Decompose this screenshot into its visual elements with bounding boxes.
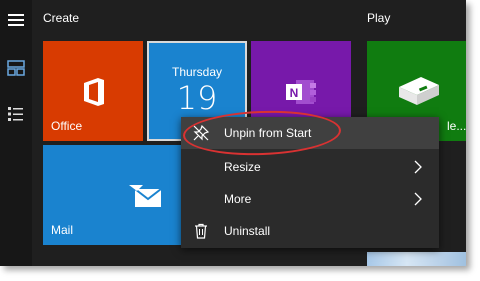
menu-item-label: Unpin from Start [224,126,312,140]
tile-photos[interactable] [367,252,466,266]
tile-mail-label: Mail [51,223,74,237]
tile-xbox-label: le... [447,119,466,133]
menu-item-label: More [224,192,252,206]
chevron-right-icon [413,159,423,175]
office-icon [84,78,104,106]
tile-office-label: Office [51,119,83,133]
tiles-view-icon[interactable] [6,58,26,78]
group-title-play: Play [367,11,391,25]
list-view-icon[interactable] [6,104,26,124]
chevron-right-icon [413,191,423,207]
menu-item-more[interactable]: More [181,183,439,215]
menu-item-resize[interactable]: Resize [181,151,439,183]
calendar-date: 19 [176,79,218,117]
menu-item-uninstall[interactable]: Uninstall [181,215,439,247]
calendar-day: Thursday [171,65,223,79]
menu-item-unpin[interactable]: Unpin from Start [181,117,439,149]
start-rail [0,0,32,266]
tile-office[interactable]: Office [43,41,143,141]
hamburger-icon[interactable] [6,10,26,30]
group-title-create: Create [43,11,80,25]
start-menu: Create Play Office Thursday 19 N le... M… [0,0,466,266]
context-menu: Unpin from Start Resize More Uninstall [181,117,439,248]
xbox-console-icon [399,77,439,105]
menu-item-label: Resize [224,160,261,174]
menu-item-label: Uninstall [224,224,271,238]
onenote-icon: N [286,80,316,104]
unpin-icon [193,124,210,141]
trash-icon [193,223,209,239]
mail-icon [129,185,162,207]
svg-text:N: N [290,86,299,100]
